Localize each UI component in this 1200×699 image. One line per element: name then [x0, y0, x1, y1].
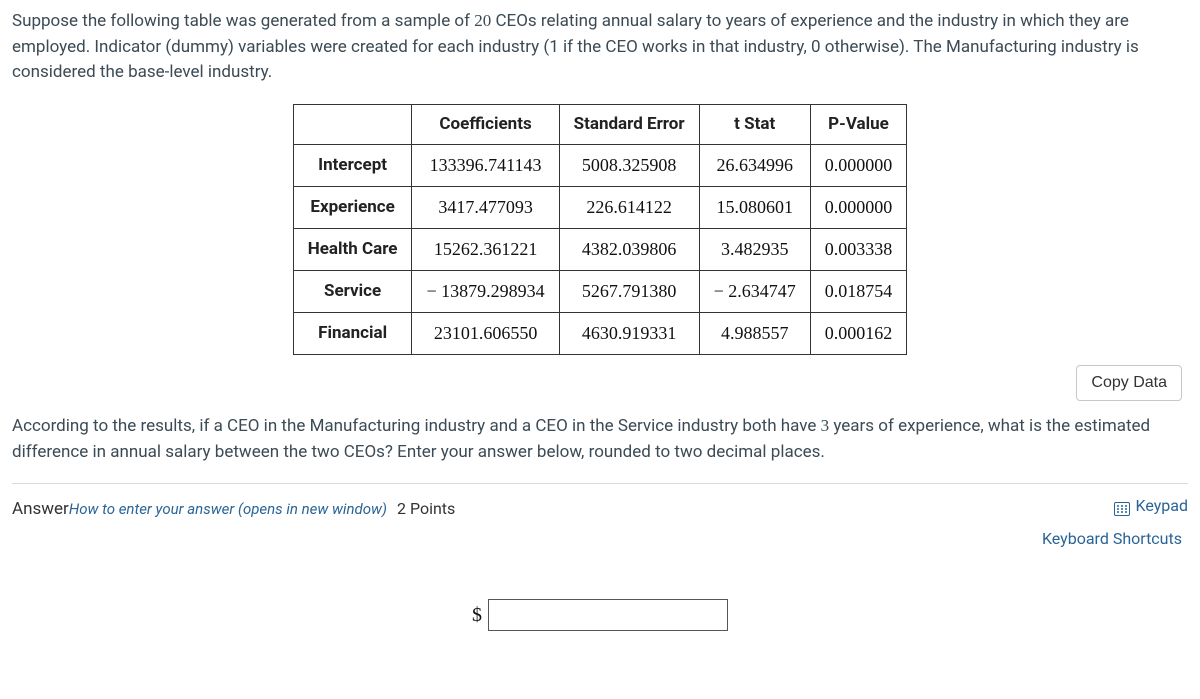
divider — [12, 483, 1188, 484]
cell-coef: 133396.741143 — [412, 145, 559, 187]
cell-t: 3.482935 — [699, 229, 810, 271]
keypad-icon — [1114, 499, 1130, 513]
question-number-20: 20 — [474, 11, 491, 30]
followup-number-3: 3 — [821, 416, 830, 435]
col-coefficients: Coefficients — [412, 104, 559, 145]
cell-p: 0.003338 — [810, 229, 907, 271]
table-row: Financial 23101.606550 4630.919331 4.988… — [293, 313, 907, 355]
how-to-enter-link[interactable]: How to enter your answer (opens in new w… — [69, 500, 387, 518]
cell-p: 0.000000 — [810, 187, 907, 229]
col-t-stat: t Stat — [699, 104, 810, 145]
currency-symbol: $ — [472, 600, 482, 630]
cell-se: 226.614122 — [559, 187, 699, 229]
keypad-text: Keypad — [1136, 494, 1189, 518]
cell-se: 5267.791380 — [559, 271, 699, 313]
copy-data-button[interactable]: Copy Data — [1076, 365, 1182, 401]
cell-se: 4382.039806 — [559, 229, 699, 271]
keyboard-shortcuts-link[interactable]: Keyboard Shortcuts — [12, 527, 1188, 551]
cell-t: 26.634996 — [699, 145, 810, 187]
table-row: Health Care 15262.361221 4382.039806 3.4… — [293, 229, 907, 271]
followup-text-a: According to the results, if a CEO in th… — [12, 416, 821, 436]
table-row: Service − 13879.298934 5267.791380 − 2.6… — [293, 271, 907, 313]
followup-paragraph: According to the results, if a CEO in th… — [12, 413, 1188, 465]
cell-p: 0.000162 — [810, 313, 907, 355]
col-blank — [293, 104, 412, 145]
row-label: Service — [293, 271, 412, 313]
cell-coef: 3417.477093 — [412, 187, 559, 229]
regression-table: Coefficients Standard Error t Stat P-Val… — [293, 104, 908, 356]
keypad-link[interactable]: Keypad — [1114, 494, 1189, 518]
answer-label: Answer — [12, 499, 69, 519]
answer-input[interactable] — [488, 599, 728, 631]
row-label: Intercept — [293, 145, 412, 187]
table-row: Experience 3417.477093 226.614122 15.080… — [293, 187, 907, 229]
cell-t: − 2.634747 — [699, 271, 810, 313]
row-label: Experience — [293, 187, 412, 229]
cell-t: 15.080601 — [699, 187, 810, 229]
question-paragraph: Suppose the following table was generate… — [12, 8, 1188, 86]
cell-se: 4630.919331 — [559, 313, 699, 355]
cell-coef: 15262.361221 — [412, 229, 559, 271]
cell-coef: 23101.606550 — [412, 313, 559, 355]
cell-p: 0.000000 — [810, 145, 907, 187]
cell-p: 0.018754 — [810, 271, 907, 313]
cell-coef: − 13879.298934 — [412, 271, 559, 313]
table-row: Intercept 133396.741143 5008.325908 26.6… — [293, 145, 907, 187]
col-p-value: P-Value — [810, 104, 907, 145]
question-text-a: Suppose the following table was generate… — [12, 11, 474, 31]
row-label: Financial — [293, 313, 412, 355]
cell-t: 4.988557 — [699, 313, 810, 355]
table-header-row: Coefficients Standard Error t Stat P-Val… — [293, 104, 907, 145]
row-label: Health Care — [293, 229, 412, 271]
col-standard-error: Standard Error — [559, 104, 699, 145]
cell-se: 5008.325908 — [559, 145, 699, 187]
points-label: 2 Points — [397, 499, 455, 518]
